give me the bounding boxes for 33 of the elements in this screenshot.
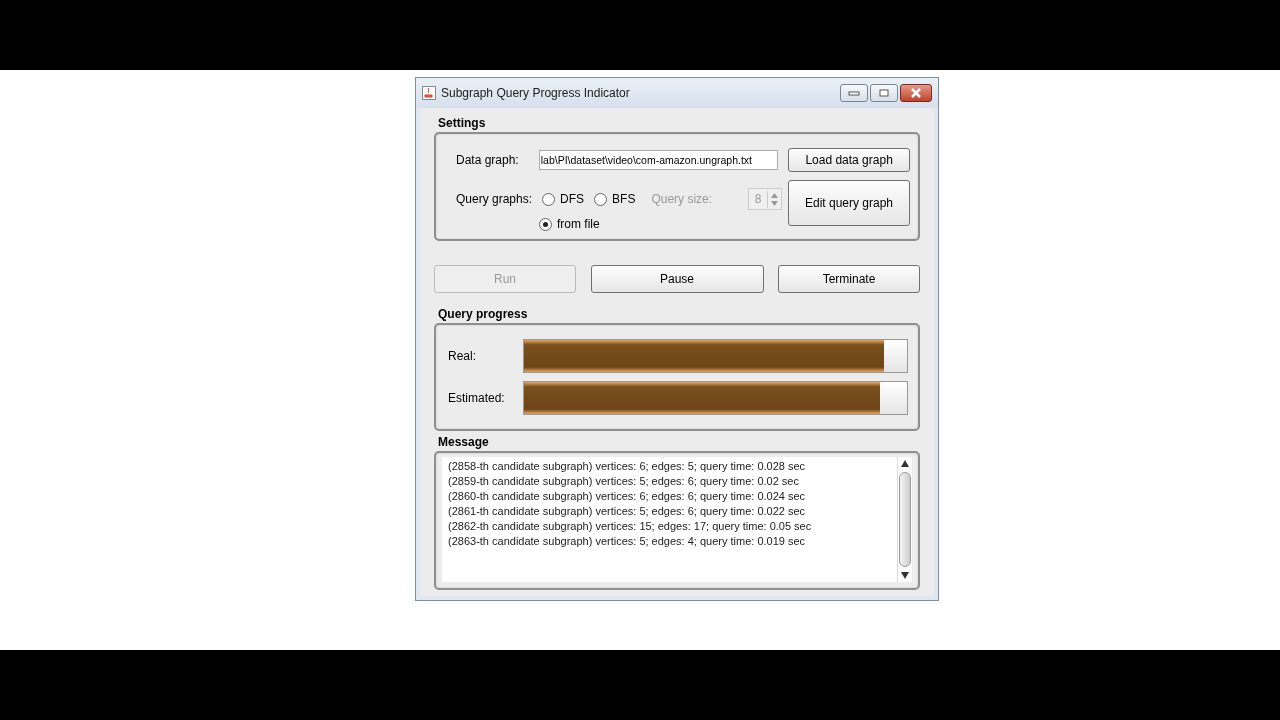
log-line: (2862-th candidate subgraph) vertices: 15; edges: 17; query time: 0.05 sec [448,519,813,534]
edit-query-graph-button[interactable]: Edit query graph [788,180,910,226]
log-line: (2860-th candidate subgraph) vertices: 6; edges: 6; query time: 0.024 sec [448,489,807,504]
data-graph-field[interactable]: lab\PI\dataset\video\com-amazon.ungraph.txt [538,150,779,170]
down-arrow-icon[interactable] [901,572,909,579]
field-label: Data graph: [456,153,519,167]
log-line: (2861-th candidate subgraph) vertices: 5; edges: 6; query time: 0.022 sec [448,504,807,519]
load-data-graph-button[interactable]: Load data graph [788,148,910,172]
section-title: Settings [438,116,486,130]
scrollbar[interactable] [897,457,912,582]
section-title: Message [438,435,489,449]
radio-option[interactable]: DFS [542,192,585,206]
close-button[interactable] [900,84,932,102]
field-label: Query size: [651,192,713,206]
radio-option[interactable]: from file [539,217,783,231]
minimize-icon [848,90,860,96]
radio-option[interactable]: BFS [594,192,636,206]
progress-label: Estimated: [448,391,506,405]
cup-icon [422,86,436,100]
field-label: Query graphs: [456,192,533,206]
log-line: (2859-th candidate subgraph) vertices: 5; edges: 6; query time: 0.02 sec [448,474,800,489]
minimize-button[interactable] [840,84,868,102]
up-arrow-icon[interactable] [901,460,909,467]
action-button[interactable]: Terminate [778,265,920,293]
maximize-button[interactable] [870,84,898,102]
close-icon [910,88,922,98]
maximize-icon [878,88,890,98]
section-title: Query progress [438,307,528,321]
progress-label: Real: [448,349,477,363]
action-button[interactable]: Pause [590,265,764,293]
log-line: (2863-th candidate subgraph) vertices: 5; edges: 4; query time: 0.019 sec [448,534,807,549]
log-line: (2858-th candidate subgraph) vertices: 6; edges: 5; query time: 0.028 sec [448,459,807,474]
window-title: Subgraph Query Progress Indicator [441,86,630,100]
